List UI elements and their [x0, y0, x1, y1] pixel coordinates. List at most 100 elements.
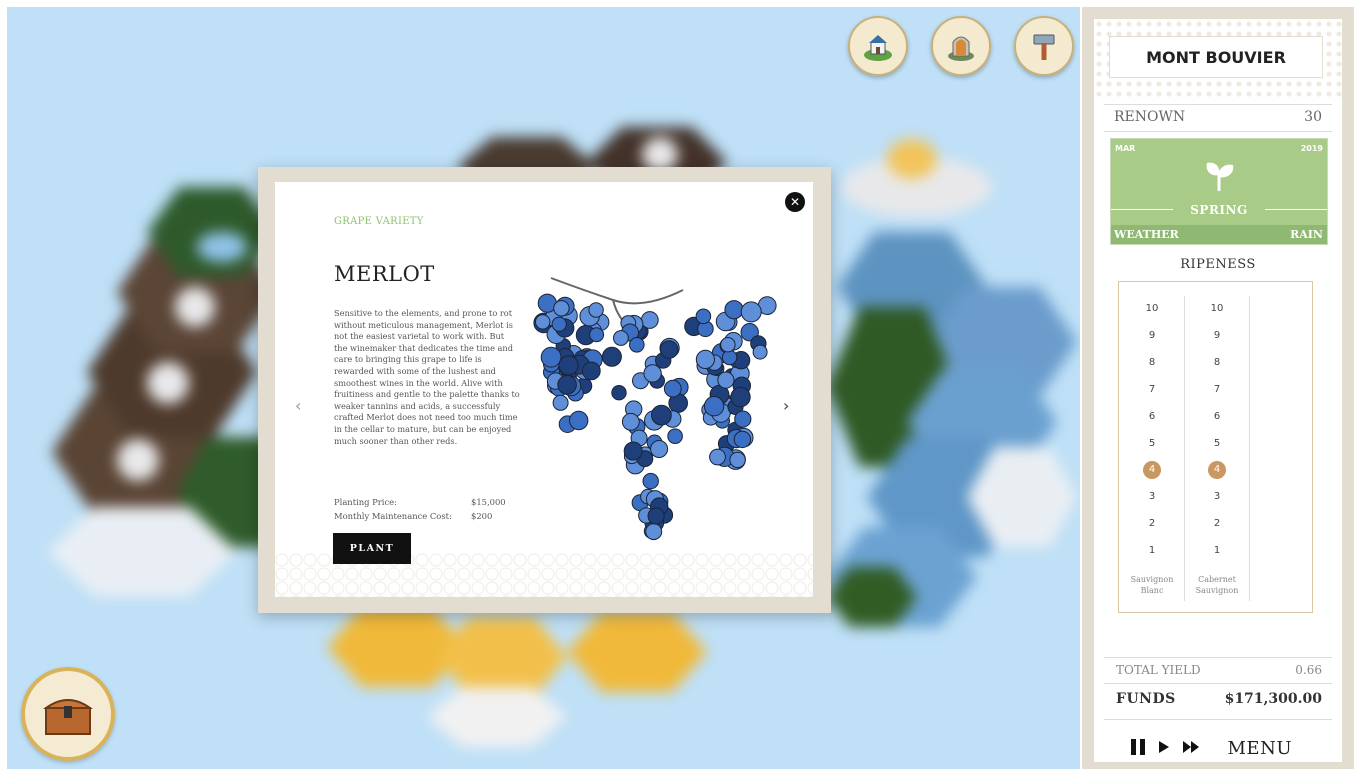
close-icon[interactable]: ✕	[785, 192, 805, 212]
cellar-door-icon[interactable]	[931, 16, 991, 76]
ripeness-level: 2	[1148, 518, 1156, 530]
grape-berry	[720, 337, 736, 353]
grape-berry	[695, 349, 715, 370]
grape-berry	[535, 314, 551, 330]
grape-berry	[601, 346, 622, 367]
previous-arrow-icon[interactable]: ‹	[295, 396, 301, 415]
ripeness-level: 7	[1213, 383, 1221, 395]
ripeness-column: 10 9 8 7 6 5 4 3 2 1 Cabernet Sauvignon	[1185, 296, 1250, 601]
grape-berry	[558, 355, 579, 376]
grape-berry	[717, 371, 735, 389]
sprout-icon	[1206, 162, 1234, 191]
grape-berry	[659, 340, 679, 359]
fast-forward-icon[interactable]	[1182, 739, 1200, 755]
grape-berry	[730, 386, 751, 408]
renown-label: RENOWN	[1114, 109, 1186, 125]
ripeness-level: 3	[1148, 491, 1156, 503]
grape-berry	[642, 472, 659, 490]
ripeness-level: 2	[1213, 518, 1221, 530]
ripeness-level: 6	[1148, 410, 1156, 422]
dialog-category: GRAPE VARIETY	[334, 216, 424, 227]
grape-berry	[647, 507, 665, 525]
planting-price-label: Planting Price:	[334, 497, 397, 507]
grape-variety-dialog: GRAPE VARIETY MERLOT Sensitive to the el…	[258, 167, 831, 613]
season-year: 2019	[1300, 144, 1323, 153]
maintenance-cost-value: $200	[471, 511, 493, 521]
grape-berry	[650, 440, 669, 458]
weather-value: RAIN	[1290, 228, 1323, 241]
season-month: MAR	[1115, 144, 1136, 153]
planting-price-row: Planting Price: $15,000	[334, 497, 506, 507]
grape-berry	[621, 412, 640, 431]
chateau-icon[interactable]	[848, 16, 908, 76]
grape-berry	[645, 523, 663, 541]
season-name: SPRING	[1190, 203, 1248, 217]
grape-berry	[629, 337, 645, 353]
ripeness-level: 8	[1213, 356, 1221, 368]
ripeness-level: 10	[1145, 303, 1159, 314]
grape-berry	[734, 410, 752, 428]
menu-button[interactable]: MENU	[1228, 738, 1293, 759]
variety-name: MERLOT	[334, 262, 435, 286]
weather-label: WEATHER	[1114, 228, 1179, 241]
grape-berry	[724, 300, 744, 320]
grape-berry	[611, 385, 627, 401]
grape-berry	[695, 308, 712, 325]
dialog-card: GRAPE VARIETY MERLOT Sensitive to the el…	[275, 182, 813, 597]
treasure-chest-icon[interactable]	[21, 667, 115, 761]
maintenance-cost-label: Monthly Maintenance Cost:	[334, 511, 452, 521]
ripeness-column: 10 9 8 7 6 5 4 3 2 1 Sauvignon Blanc	[1120, 296, 1185, 601]
grape-berry	[613, 330, 629, 346]
season-card: MAR 2019 SPRING WEATHER RAIN	[1110, 138, 1328, 245]
renown-value: 30	[1304, 109, 1322, 125]
weather-bar: WEATHER RAIN	[1111, 225, 1327, 244]
grape-berry	[540, 346, 562, 368]
variety-description: Sensitive to the elements, and prone to …	[334, 308, 520, 446]
total-yield-value: 0.66	[1295, 663, 1322, 677]
ripeness-level: 10	[1210, 303, 1224, 314]
ripeness-table: 10 9 8 7 6 5 4 3 2 1 Sauvignon Blanc 10 9 8 7 6 5 4 3 2 1 Cabe…	[1118, 281, 1313, 613]
ripeness-level: 1	[1213, 545, 1221, 557]
grape-berry	[663, 379, 682, 398]
ripeness-level: 8	[1148, 356, 1156, 368]
ripeness-marker: 4	[1185, 461, 1249, 480]
grape-berry	[733, 430, 752, 449]
funds-value: $171,300.00	[1224, 691, 1322, 707]
ripeness-level: 7	[1148, 383, 1156, 395]
play-icon[interactable]	[1158, 739, 1170, 755]
variety-column-label: Sauvignon Blanc	[1130, 575, 1174, 595]
ripeness-title: RIPENESS	[1180, 257, 1256, 272]
grape-berry	[740, 301, 762, 323]
hammer-icon[interactable]	[1014, 16, 1074, 76]
total-yield-label: TOTAL YIELD	[1116, 663, 1201, 677]
ripeness-marker: 4	[1120, 461, 1184, 480]
ripeness-level: 1	[1148, 545, 1156, 557]
grape-berry	[640, 311, 659, 329]
grape-berry	[729, 451, 746, 469]
maintenance-cost-row: Monthly Maintenance Cost: $200	[334, 511, 492, 521]
ripeness-level: 3	[1213, 491, 1221, 503]
ripeness-level: 6	[1213, 410, 1221, 422]
ripeness-level: 9	[1213, 329, 1221, 341]
plant-button[interactable]: PLANT	[333, 533, 411, 564]
grape-berry	[623, 441, 643, 461]
estate-name: MONT BOUVIER	[1109, 36, 1323, 78]
grape-berry	[721, 349, 738, 366]
variety-column-label: Cabernet Sauvignon	[1195, 575, 1239, 595]
grape-berry	[553, 300, 570, 317]
grape-berry	[643, 364, 662, 383]
grape-berry	[651, 404, 672, 426]
grape-berry	[557, 375, 577, 395]
grape-berry	[752, 344, 768, 360]
grape-berry	[709, 448, 726, 466]
ripeness-level: 5	[1213, 437, 1221, 449]
pause-icon[interactable]	[1130, 738, 1146, 756]
status-panel: MONT BOUVIER RENOWN 30 MAR 2019 SPRING W…	[1082, 7, 1354, 769]
funds-label: FUNDS	[1116, 691, 1176, 707]
grape-berry	[569, 410, 589, 431]
ripeness-level: 9	[1148, 329, 1156, 341]
time-controls	[1130, 735, 1212, 759]
grape-cluster-illustration	[533, 277, 777, 541]
grape-berry	[551, 316, 567, 332]
grape-berry	[581, 361, 601, 381]
